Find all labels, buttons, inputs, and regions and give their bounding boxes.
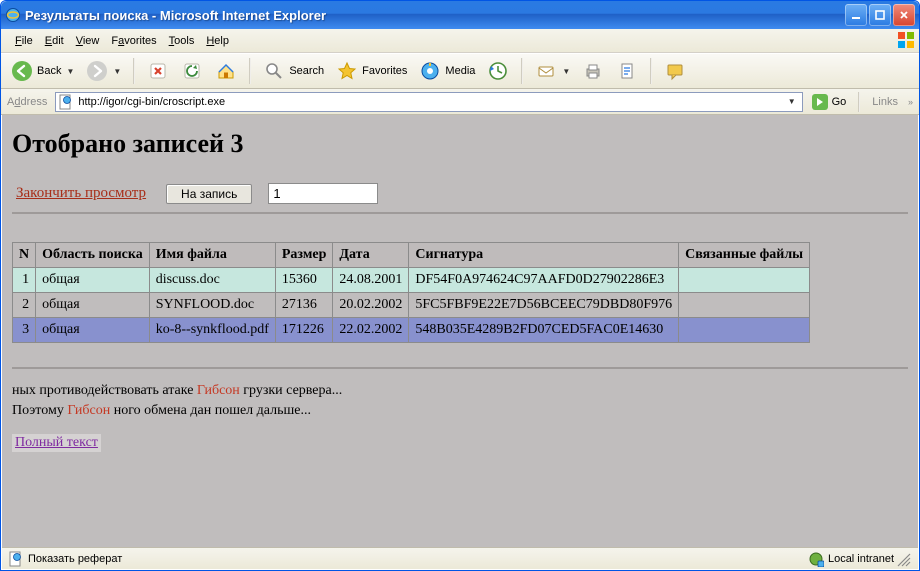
history-button[interactable]: [483, 58, 513, 84]
page-icon: [58, 94, 74, 110]
toolbar-separator: [650, 58, 652, 84]
menu-help[interactable]: Help: [200, 32, 235, 50]
status-text-right: Local intranet: [828, 553, 894, 565]
edit-button[interactable]: [612, 58, 642, 84]
menu-file[interactable]: File: [9, 32, 39, 50]
home-button[interactable]: [211, 58, 241, 84]
record-number-input[interactable]: [268, 183, 378, 204]
toolbar: Back ▼ ▼ Search Favorites Media ▼: [1, 53, 919, 89]
search-button[interactable]: Search: [259, 58, 328, 84]
discuss-button[interactable]: [660, 58, 690, 84]
zone-icon: [808, 551, 824, 567]
address-label: Address: [7, 96, 47, 108]
col-date: Дата: [333, 243, 409, 268]
favorites-button[interactable]: Favorites: [332, 58, 411, 84]
stop-button[interactable]: [143, 58, 173, 84]
address-dropdown-icon[interactable]: ▼: [784, 97, 800, 106]
to-record-button[interactable]: На запись: [166, 184, 252, 204]
links-label[interactable]: Links: [868, 96, 902, 108]
print-button[interactable]: [578, 58, 608, 84]
window-maximize-button[interactable]: [869, 4, 891, 26]
finish-view-link[interactable]: Закончить просмотр: [12, 183, 150, 204]
col-sig: Сигнатура: [409, 243, 679, 268]
page-heading: Отобрано записей 3: [12, 129, 908, 159]
full-text-link[interactable]: Полный текст: [12, 434, 101, 452]
go-button[interactable]: Go: [807, 93, 851, 111]
highlight-term: Гибсон: [67, 403, 110, 418]
status-left: Показать реферат: [8, 551, 122, 567]
result-snippet: ных противодействовать атаке Гибсон груз…: [12, 381, 908, 420]
col-n: N: [13, 243, 36, 268]
favorites-label: Favorites: [362, 65, 407, 77]
status-text-left: Показать реферат: [28, 553, 122, 565]
col-file: Имя файла: [149, 243, 275, 268]
menu-edit[interactable]: Edit: [39, 32, 70, 50]
toolbar-separator: [249, 58, 251, 84]
window-title: Результаты поиска - Microsoft Internet E…: [25, 8, 845, 23]
back-button[interactable]: Back ▼: [7, 58, 78, 84]
window-titlebar: Результаты поиска - Microsoft Internet E…: [1, 1, 919, 29]
address-bar: Address http://igor/cgi-bin/croscript.ex…: [1, 89, 919, 115]
control-row: Закончить просмотр На запись: [12, 183, 908, 214]
status-bar: Показать реферат Local intranet: [2, 547, 918, 569]
links-expand-icon[interactable]: »: [906, 97, 913, 107]
menu-favorites[interactable]: Favorites: [105, 32, 162, 50]
search-label: Search: [289, 65, 324, 77]
status-right: Local intranet: [808, 551, 894, 567]
separator: [12, 367, 908, 369]
toolbar-separator: [858, 92, 860, 112]
page-icon: [8, 551, 24, 567]
table-row[interactable]: 3 общая ko-8--synkflood.pdf 171226 22.02…: [13, 318, 810, 343]
col-linked: Связанные файлы: [679, 243, 810, 268]
results-table: N Область поиска Имя файла Размер Дата С…: [12, 242, 810, 343]
back-label: Back: [37, 65, 61, 77]
address-url: http://igor/cgi-bin/croscript.exe: [78, 96, 783, 108]
refresh-button[interactable]: [177, 58, 207, 84]
window-close-button[interactable]: [893, 4, 915, 26]
forward-button[interactable]: ▼: [82, 58, 125, 84]
highlight-term: Гибсон: [197, 383, 240, 398]
menu-tools[interactable]: Tools: [163, 32, 201, 50]
media-button[interactable]: Media: [415, 58, 479, 84]
table-row[interactable]: 2 общая SYNFLOOD.doc 27136 20.02.2002 5F…: [13, 293, 810, 318]
go-label: Go: [832, 96, 847, 108]
menu-bar: File Edit View Favorites Tools Help: [1, 29, 919, 53]
col-size: Размер: [275, 243, 333, 268]
mail-dropdown-icon[interactable]: ▼: [562, 67, 570, 76]
back-dropdown-icon[interactable]: ▼: [66, 67, 74, 76]
address-input[interactable]: http://igor/cgi-bin/croscript.exe ▼: [55, 92, 802, 112]
media-label: Media: [445, 65, 475, 77]
resize-grip-icon[interactable]: [894, 550, 912, 568]
table-row[interactable]: 1 общая discuss.doc 15360 24.08.2001 DF5…: [13, 268, 810, 293]
toolbar-separator: [521, 58, 523, 84]
col-area: Область поиска: [36, 243, 150, 268]
forward-dropdown-icon[interactable]: ▼: [113, 67, 121, 76]
menu-view[interactable]: View: [70, 32, 106, 50]
ie-app-icon: [5, 7, 21, 23]
page-content: Отобрано записей 3 Закончить просмотр На…: [2, 115, 918, 547]
window-minimize-button[interactable]: [845, 4, 867, 26]
toolbar-separator: [133, 58, 135, 84]
windows-logo-icon: [897, 31, 915, 49]
mail-button[interactable]: ▼: [531, 58, 574, 84]
